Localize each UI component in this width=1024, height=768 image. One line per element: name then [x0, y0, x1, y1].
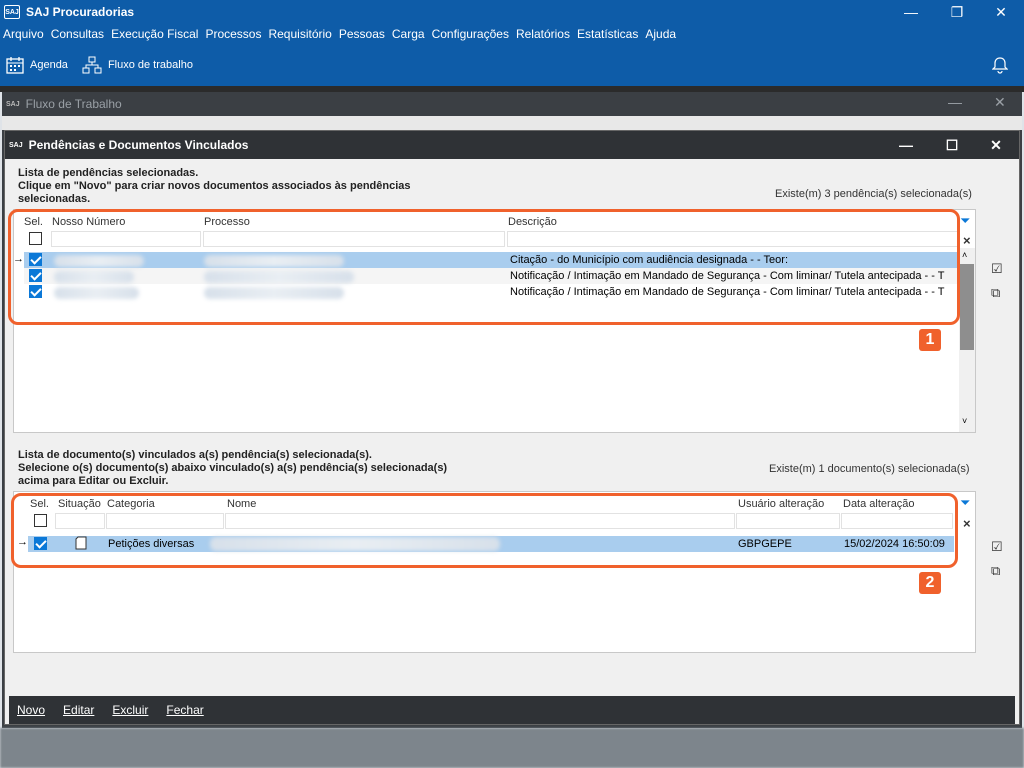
saj-logo-icon: SAJ [9, 141, 23, 149]
fechar-button[interactable]: Fechar [166, 703, 203, 717]
filter-icon[interactable]: ⏷ [960, 495, 970, 511]
menu-estatisticas[interactable]: Estatísticas [577, 27, 638, 41]
bell-icon[interactable] [992, 56, 1008, 74]
pendencias-line2: Clique em "Novo" para criar novos docume… [18, 180, 411, 192]
menu-configuracoes[interactable]: Configurações [432, 27, 509, 41]
fluxo-label: Fluxo de trabalho [107, 59, 193, 71]
documentos-count: Existe(m) 1 documento(s) selecionada(s) [769, 463, 970, 475]
menu-execucao-fiscal[interactable]: Execução Fiscal [111, 27, 198, 41]
callout-highlight-2 [11, 493, 958, 568]
fluxo-trabalho-button[interactable]: Fluxo de trabalho [82, 56, 193, 74]
app-title: SAJ Procuradorias [26, 5, 135, 19]
menu-carga[interactable]: Carga [392, 27, 425, 41]
scroll-up-icon[interactable]: ˄ [962, 250, 967, 260]
scroll-thumb[interactable] [960, 264, 974, 350]
agenda-button[interactable]: Agenda [6, 56, 68, 74]
pendencias-line3: selecionadas. [18, 193, 91, 205]
pendencias-line1: Lista de pendências selecionadas. [18, 167, 199, 179]
documentos-line3: acima para Editar ou Excluir. [18, 475, 169, 487]
editar-button[interactable]: Editar [63, 703, 94, 717]
fluxo-toolbar-strip [2, 116, 1022, 130]
fluxo-close-button[interactable]: ✕ [994, 94, 1006, 111]
app-close-button[interactable]: ✕ [978, 0, 1024, 24]
menu-bar: Arquivo Consultas Execução Fiscal Proces… [0, 24, 1024, 44]
copy-icon[interactable]: ⧉ [991, 285, 1000, 301]
callout-highlight-1 [8, 209, 960, 325]
fluxo-window-title: Fluxo de Trabalho [25, 97, 122, 111]
documentos-line1: Lista de documento(s) vinculados a(s) pe… [18, 449, 372, 461]
menu-requisitorio[interactable]: Requisitório [268, 27, 331, 41]
workflow-icon [82, 56, 102, 74]
copy-icon[interactable]: ⧉ [991, 563, 1000, 579]
app-restore-button[interactable]: ❐ [934, 0, 980, 24]
select-all-icon[interactable]: ☑ [991, 539, 1003, 555]
dialog-title: Pendências e Documentos Vinculados [28, 138, 249, 152]
dialog-maximize-button[interactable]: ☐ [929, 131, 975, 159]
background-taskbar [0, 728, 1024, 768]
pendencias-dialog: SAJ Pendências e Documentos Vinculados —… [4, 130, 1020, 725]
saj-logo-icon: SAJ [6, 100, 20, 108]
novo-button[interactable]: Novo [17, 703, 45, 717]
app-minimize-button[interactable]: — [888, 0, 934, 24]
callout-badge-1: 1 [919, 329, 941, 351]
dialog-button-bar: Novo Editar Excluir Fechar [9, 696, 1015, 724]
app-title-bar: SAJ SAJ Procuradorias [0, 0, 1024, 24]
fluxo-window-titlebar: SAJ Fluxo de Trabalho [2, 92, 1022, 116]
dialog-titlebar: SAJ Pendências e Documentos Vinculados —… [5, 131, 1019, 159]
clear-filter-icon[interactable]: × [963, 516, 971, 531]
excluir-button[interactable]: Excluir [112, 703, 148, 717]
pendencias-count: Existe(m) 3 pendência(s) selecionada(s) [775, 188, 972, 200]
documentos-instructions: Lista de documento(s) vinculados a(s) pe… [18, 449, 447, 488]
dialog-minimize-button[interactable]: — [883, 131, 929, 159]
menu-relatorios[interactable]: Relatórios [516, 27, 570, 41]
dialog-close-button[interactable]: ✕ [973, 131, 1019, 159]
scroll-down-icon[interactable]: ˅ [962, 416, 967, 426]
menu-pessoas[interactable]: Pessoas [339, 27, 385, 41]
pendencias-scrollbar[interactable]: ˄ ˅ [959, 248, 975, 432]
clear-filter-icon[interactable]: × [963, 233, 971, 248]
documentos-line2: Selecione o(s) documento(s) abaixo vincu… [18, 462, 448, 474]
filter-icon[interactable]: ⏷ [960, 213, 970, 229]
calendar-icon [6, 57, 24, 74]
saj-logo-icon: SAJ [4, 5, 20, 19]
menu-ajuda[interactable]: Ajuda [645, 27, 676, 41]
select-all-icon[interactable]: ☑ [991, 261, 1003, 277]
menu-arquivo[interactable]: Arquivo [3, 27, 44, 41]
callout-badge-2: 2 [919, 572, 941, 594]
pendencias-instructions: Lista de pendências selecionadas. Clique… [18, 167, 411, 206]
fluxo-minimize-button[interactable]: — [948, 94, 962, 110]
menu-processos[interactable]: Processos [205, 27, 261, 41]
agenda-label: Agenda [30, 59, 68, 71]
main-toolbar: Agenda Fluxo de trabalho [0, 44, 1024, 86]
menu-consultas[interactable]: Consultas [51, 27, 104, 41]
